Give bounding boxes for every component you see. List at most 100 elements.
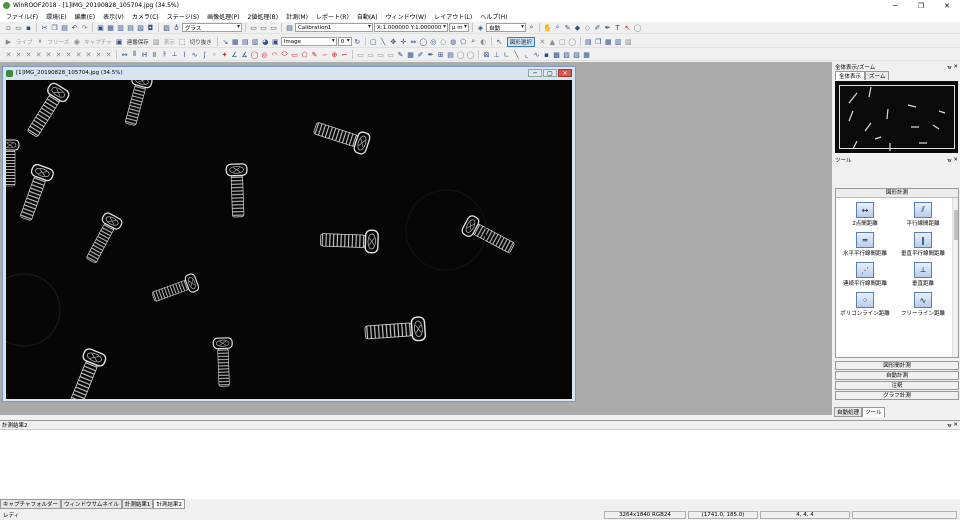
ellipse-icon[interactable]: ⬭ bbox=[280, 50, 289, 59]
cutout-button[interactable]: 切り抜き bbox=[190, 38, 212, 46]
display2-icon[interactable]: ▭ bbox=[259, 23, 268, 32]
tab-zoom[interactable]: ズーム bbox=[865, 71, 890, 80]
tab-capture-folder[interactable]: キャプチャフォルダー bbox=[0, 499, 61, 509]
table-icon[interactable]: ▥ bbox=[614, 37, 623, 46]
capture-button[interactable]: キャプチャ bbox=[84, 38, 111, 46]
tab-auto-process[interactable]: 自動処理 bbox=[834, 407, 863, 417]
freeze-button[interactable]: フリーズ bbox=[48, 38, 70, 46]
circle-b-icon[interactable]: ◎ bbox=[429, 37, 438, 46]
tool-parallel-distance[interactable]: ⫽ 平行線間距離 bbox=[894, 202, 952, 227]
copy-icon[interactable]: ❐ bbox=[50, 23, 59, 32]
tools-pin-close-icon[interactable]: ᚗ ✕ bbox=[947, 157, 958, 163]
m11-icon[interactable]: ✕ bbox=[104, 50, 113, 59]
circle-icon[interactable]: ◯ bbox=[568, 37, 577, 46]
free-measure-icon[interactable]: ✎ bbox=[310, 50, 319, 59]
image-icon[interactable]: ▨ bbox=[162, 23, 171, 32]
curve-icon[interactable]: ∫ bbox=[200, 50, 209, 59]
menu-image-processing[interactable]: 画像処理(P) bbox=[207, 12, 239, 21]
circle3-icon[interactable]: ◎ bbox=[260, 50, 269, 59]
unit-combo[interactable]: μ m bbox=[449, 23, 469, 32]
diagonal-icon[interactable]: ╲ bbox=[512, 50, 521, 59]
layout-icon[interactable]: ▥ bbox=[116, 23, 125, 32]
n8-icon[interactable]: ✒ bbox=[426, 50, 435, 59]
export-icon[interactable]: ▦ bbox=[604, 37, 613, 46]
zoom-field[interactable]: 0 bbox=[337, 37, 352, 46]
image-combo[interactable]: Image bbox=[280, 37, 337, 46]
n1-icon[interactable]: ▭ bbox=[356, 50, 365, 59]
overview-pin-close-icon[interactable]: ᚗ ✕ bbox=[947, 64, 958, 70]
n11-icon[interactable]: ◯ bbox=[456, 50, 465, 59]
copy-result-icon[interactable]: ❐ bbox=[594, 37, 603, 46]
menu-edit[interactable]: 編集(E) bbox=[75, 12, 95, 21]
tool-a-icon[interactable]: ↘ bbox=[221, 37, 230, 46]
magnifier-icon[interactable]: ⌕ bbox=[553, 23, 562, 32]
toolbox-scroll-thumb[interactable] bbox=[954, 210, 958, 240]
auto-combo[interactable]: 自動 bbox=[486, 23, 526, 32]
menu-measure[interactable]: 計測(M) bbox=[286, 12, 308, 21]
poly-measure-icon[interactable]: ⬠ bbox=[300, 50, 309, 59]
grid-x-icon[interactable]: ⊠ bbox=[482, 50, 491, 59]
hand-icon[interactable]: ✋ bbox=[543, 23, 552, 32]
center-icon[interactable]: ✦ bbox=[220, 50, 229, 59]
display3-icon[interactable]: ▭ bbox=[269, 23, 278, 32]
corner-icon[interactable]: ⌞ bbox=[522, 50, 531, 59]
redo-icon[interactable]: ↷ bbox=[80, 23, 89, 32]
menu-view[interactable]: 表示(V) bbox=[103, 12, 124, 21]
layers-icon[interactable]: ▣ bbox=[271, 37, 280, 46]
image-window-icon[interactable]: ▣ bbox=[96, 23, 105, 32]
camera-icon[interactable]: ◘ bbox=[146, 23, 155, 32]
pen-icon[interactable]: ✎ bbox=[563, 23, 572, 32]
n6-icon[interactable]: ▦ bbox=[406, 50, 415, 59]
image-window-titlebar[interactable]: [1]IMG_20190828_105704.jpg (34.5%) bbox=[3, 67, 575, 79]
move-up-icon[interactable]: ▲ bbox=[548, 37, 557, 46]
minimize-button[interactable]: ─ bbox=[882, 0, 908, 11]
new-icon[interactable]: ▫ bbox=[4, 23, 13, 32]
eyedropper-icon[interactable]: ✒ bbox=[603, 23, 612, 32]
polygon-icon[interactable]: ⬠ bbox=[459, 37, 468, 46]
freeline-icon[interactable]: ∿ bbox=[190, 50, 199, 59]
menu-environment[interactable]: 環境(E) bbox=[46, 12, 66, 21]
m9-icon[interactable]: ✕ bbox=[84, 50, 93, 59]
menu-stage[interactable]: ステージ(S) bbox=[167, 12, 199, 21]
delete-shape-icon[interactable]: ✕ bbox=[538, 37, 547, 46]
n5-icon[interactable]: ✎ bbox=[396, 50, 405, 59]
n2-icon[interactable]: ▭ bbox=[366, 50, 375, 59]
m1-icon[interactable]: ✕ bbox=[4, 50, 13, 59]
capture-icon[interactable]: ◉ bbox=[72, 37, 81, 46]
m5-icon[interactable]: ✕ bbox=[44, 50, 53, 59]
shape-select-button[interactable]: 図形選択 bbox=[506, 36, 535, 47]
wave-icon[interactable]: ∿ bbox=[532, 50, 541, 59]
tool-b-icon[interactable]: ▦ bbox=[231, 37, 240, 46]
paste-icon[interactable]: ▤ bbox=[60, 23, 69, 32]
m8-icon[interactable]: ✕ bbox=[74, 50, 83, 59]
square-icon[interactable]: ▢ bbox=[558, 37, 567, 46]
scale-field[interactable]: X:1.000000 Y:1.000000 bbox=[374, 23, 448, 32]
group-annotation[interactable]: 注釈 bbox=[835, 381, 959, 390]
ruler-icon[interactable]: ⊥ bbox=[492, 50, 501, 59]
maximize-button[interactable]: ❐ bbox=[908, 0, 934, 11]
rect-select-icon[interactable]: ▢ bbox=[369, 37, 378, 46]
toolbox-scrollbar[interactable] bbox=[952, 198, 958, 357]
undo-icon[interactable]: ↶ bbox=[70, 23, 79, 32]
refresh-icon[interactable]: ↻ bbox=[353, 37, 362, 46]
group-graph-measure[interactable]: グラフ計測 bbox=[835, 391, 959, 400]
tile-icon[interactable]: ▤ bbox=[126, 23, 135, 32]
overview-viewport-rect[interactable] bbox=[839, 85, 955, 149]
n10-icon[interactable]: ▤ bbox=[446, 50, 455, 59]
circle-a-icon[interactable]: ◯ bbox=[419, 37, 428, 46]
edit-button[interactable]: 表示 bbox=[164, 38, 175, 46]
horizontal-icon[interactable]: H bbox=[140, 50, 149, 59]
move-icon[interactable]: ✥ bbox=[389, 37, 398, 46]
perpendicular-icon[interactable]: ⟂ bbox=[170, 50, 179, 59]
brush-icon[interactable]: ✐ bbox=[593, 23, 602, 32]
select-arrow-icon[interactable]: ↖ bbox=[495, 37, 504, 46]
m3-icon[interactable]: ✕ bbox=[24, 50, 33, 59]
marker-icon[interactable]: ▪ bbox=[542, 50, 551, 59]
image-window[interactable]: [1]IMG_20190828_105704.jpg (34.5%) ─ ▢ ✕ bbox=[2, 66, 576, 402]
grid-icon[interactable]: ▦ bbox=[106, 23, 115, 32]
axis-icon[interactable]: ∟ bbox=[502, 50, 511, 59]
n12-icon[interactable]: ◯ bbox=[466, 50, 475, 59]
tool-perpendicular-distance[interactable]: ⟂ 垂直距離 bbox=[894, 262, 952, 287]
eraser-icon[interactable]: ◇ bbox=[583, 23, 592, 32]
menu-window[interactable]: ウィンドウ(W) bbox=[386, 12, 427, 21]
